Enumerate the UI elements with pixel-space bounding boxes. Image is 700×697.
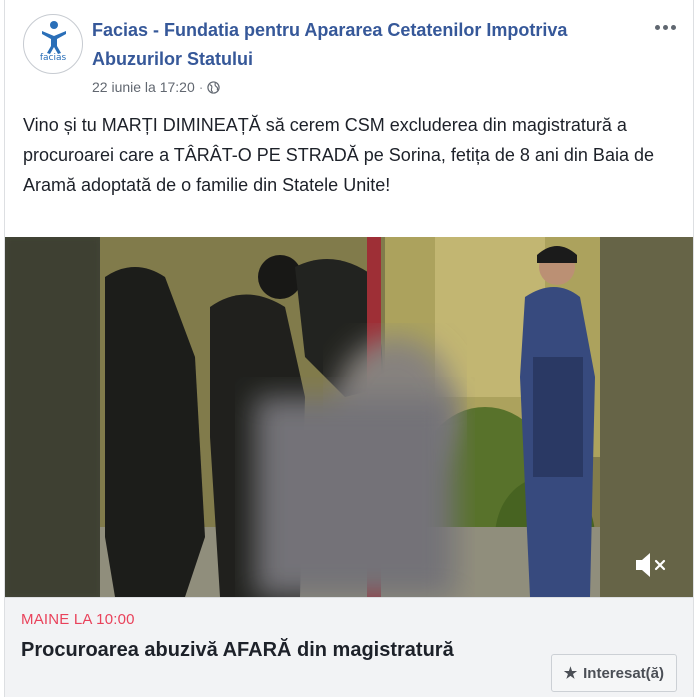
video-player[interactable] <box>5 237 693 597</box>
post-text: Vino și tu MARȚI DIMINEAȚĂ să cerem CSM … <box>23 115 654 195</box>
post-timestamp[interactable]: 22 iunie la 17:20 <box>92 79 195 95</box>
event-attachment[interactable]: MAINE LA 10:00 Procuroarea abuzivă AFARĂ… <box>5 597 693 697</box>
page-name-link[interactable]: Facias - Fundatia pentru Apararea Cetate… <box>92 16 612 74</box>
star-icon: ★ <box>563 665 578 682</box>
post-header: facias Facias - Fundatia pentru Apararea… <box>23 14 679 104</box>
interested-button[interactable]: ★ Interesat(ă) <box>550 654 677 692</box>
facebook-post: facias Facias - Fundatia pentru Apararea… <box>4 0 694 697</box>
event-date: MAINE LA 10:00 <box>21 611 135 628</box>
event-title-link[interactable]: Procuroarea abuzivă AFARĂ din magistratu… <box>21 636 481 664</box>
interested-label: Interesat(ă) <box>583 664 664 682</box>
globe-icon[interactable] <box>207 80 221 94</box>
more-options-icon[interactable] <box>651 20 679 34</box>
post-meta: 22 iunie la 17:20 · <box>92 79 221 95</box>
video-frame <box>5 237 693 597</box>
speaker-muted-icon[interactable] <box>633 549 669 581</box>
facias-logo-icon <box>42 21 66 54</box>
avatar-label: facias <box>39 53 67 63</box>
meta-separator: · <box>198 79 204 95</box>
page-avatar[interactable]: facias <box>23 14 83 74</box>
